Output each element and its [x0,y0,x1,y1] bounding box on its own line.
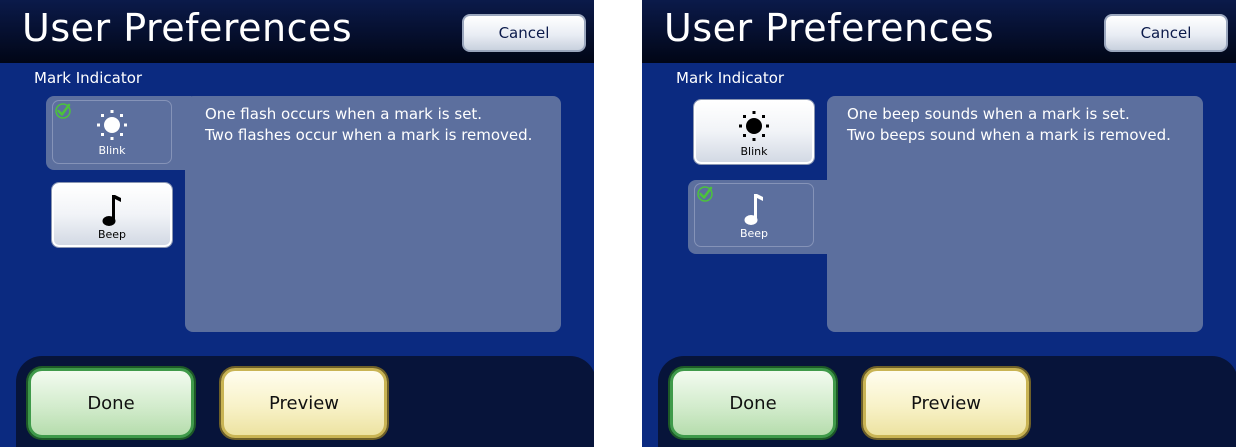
sun-icon [739,111,769,141]
done-button[interactable]: Done [670,368,836,438]
description-panel: One flash occurs when a mark is set. Two… [185,96,561,332]
cancel-button[interactable]: Cancel [1104,14,1228,52]
preferences-screen-blink: User Preferences Cancel Mark Indicator O… [0,0,594,447]
description-line: One beep sounds when a mark is set. [847,105,1130,123]
blink-option-button[interactable]: Blink [694,100,814,164]
description-line: Two beeps sound when a mark is removed. [847,126,1171,144]
description-line: Two flashes occur when a mark is removed… [205,126,533,144]
preview-button[interactable]: Preview [221,368,387,438]
blink-option-label: Blink [98,144,126,157]
blink-option-button[interactable]: Blink [52,100,172,164]
page-title: User Preferences [22,6,353,50]
preferences-screen-beep: User Preferences Cancel Mark Indicator O… [642,0,1236,447]
blink-option-label: Blink [740,145,768,158]
page-title: User Preferences [664,6,995,50]
music-note-icon [102,195,121,226]
title-bar: User Preferences Cancel [642,0,1236,63]
section-label: Mark Indicator [34,69,143,87]
beep-option-button[interactable]: Beep [694,183,814,247]
beep-option-label: Beep [97,228,127,241]
cancel-button[interactable]: Cancel [462,14,586,52]
section-label: Mark Indicator [676,69,785,87]
checkmark-icon [697,186,713,202]
checkmark-icon [55,103,71,119]
preview-button[interactable]: Preview [863,368,1029,438]
music-note-icon [744,194,763,225]
description-panel: One beep sounds when a mark is set. Two … [827,96,1203,332]
description-line: One flash occurs when a mark is set. [205,105,483,123]
title-bar: User Preferences Cancel [0,0,594,63]
beep-option-button[interactable]: Beep [52,183,172,247]
done-button[interactable]: Done [28,368,194,438]
beep-option-label: Beep [739,227,769,240]
sun-icon [97,110,127,140]
